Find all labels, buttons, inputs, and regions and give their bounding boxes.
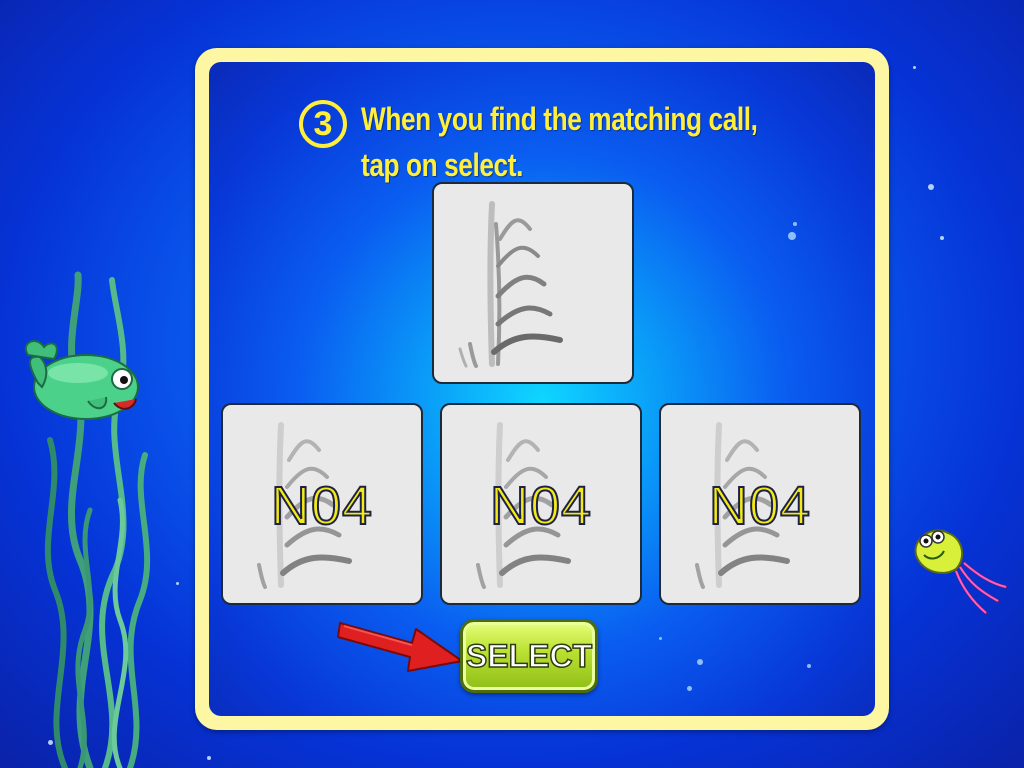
bubble	[207, 756, 211, 760]
reference-call-tile[interactable]	[432, 182, 634, 384]
option-label: N04	[270, 475, 374, 537]
select-button[interactable]: SELECT	[460, 619, 598, 693]
bubble	[913, 66, 916, 69]
bubble	[788, 232, 796, 240]
option-tile[interactable]: N04	[659, 403, 861, 605]
option-label: N04	[708, 475, 812, 537]
jellyfish-character	[914, 529, 1008, 615]
fish-character	[25, 340, 139, 420]
bubble	[687, 686, 692, 691]
bubble	[807, 664, 811, 668]
bubble	[940, 236, 944, 240]
option-tile[interactable]: N04	[221, 403, 423, 605]
bubble	[697, 659, 703, 665]
instruction-panel: 3 When you find the matching call, tap o…	[195, 48, 889, 730]
panel-body: 3 When you find the matching call, tap o…	[209, 62, 875, 716]
spectrogram-icon	[458, 201, 563, 368]
bubble	[793, 222, 797, 226]
bubble	[659, 637, 662, 640]
red-arrow-icon	[337, 622, 463, 672]
bubble	[928, 184, 934, 190]
instruction-text: When you find the matching call, tap on …	[361, 96, 758, 188]
step-number-badge: 3	[299, 100, 347, 148]
instruction-line-1: When you find the matching call,	[361, 101, 758, 137]
option-tile[interactable]: N04	[440, 403, 642, 605]
option-label: N04	[489, 475, 593, 537]
